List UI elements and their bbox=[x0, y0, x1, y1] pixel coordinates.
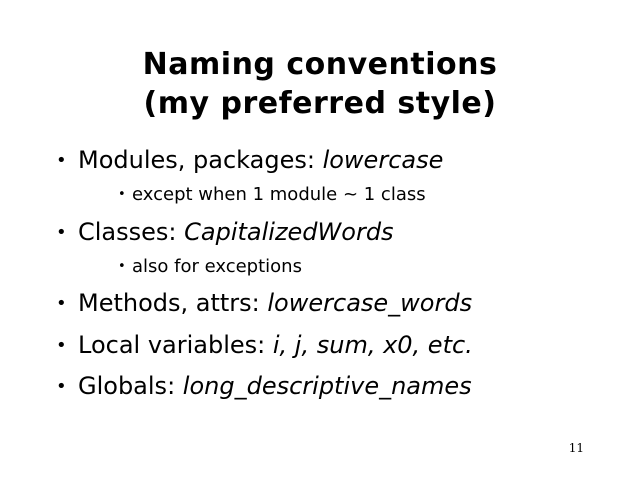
subbullet-exceptions: • also for exceptions bbox=[118, 256, 302, 278]
subbullet-module-class: • except when 1 module ~ 1 class bbox=[118, 184, 426, 206]
subbullet-dot: • bbox=[118, 259, 126, 274]
bullet-dot: • bbox=[56, 222, 67, 243]
bullet-value: lowercase bbox=[322, 146, 444, 174]
bullet-label: Methods, attrs: bbox=[78, 289, 268, 317]
subbullet-text: except when 1 module ~ 1 class bbox=[132, 184, 426, 205]
slide-title: Naming conventions (my preferred style) bbox=[0, 45, 640, 123]
bullet-dot: • bbox=[56, 335, 67, 356]
bullet-value: lowercase_words bbox=[267, 289, 473, 317]
bullet-local-variables: • Local variables: i, j, sum, x0, etc. bbox=[56, 330, 473, 361]
bullet-globals: • Globals: long_descriptive_names bbox=[56, 371, 472, 402]
bullet-dot: • bbox=[56, 150, 67, 171]
bullet-dot: • bbox=[56, 376, 67, 397]
slide: Naming conventions (my preferred style) … bbox=[0, 0, 640, 480]
bullet-classes: • Classes: CapitalizedWords bbox=[56, 217, 394, 248]
bullet-methods: • Methods, attrs: lowercase_words bbox=[56, 288, 472, 319]
title-line-1: Naming conventions bbox=[142, 47, 498, 82]
bullet-label: Classes: bbox=[78, 218, 185, 246]
bullet-value: long_descriptive_names bbox=[182, 372, 472, 400]
bullet-dot: • bbox=[56, 293, 67, 314]
subbullet-text: also for exceptions bbox=[132, 256, 302, 277]
bullet-label: Globals: bbox=[78, 372, 183, 400]
bullet-label: Local variables: bbox=[78, 331, 273, 359]
bullet-value: i, j, sum, x0, etc. bbox=[272, 331, 473, 359]
page-number: 11 bbox=[568, 441, 584, 455]
bullet-label: Modules, packages: bbox=[78, 146, 323, 174]
bullet-value: CapitalizedWords bbox=[184, 218, 394, 246]
subbullet-dot: • bbox=[118, 187, 126, 202]
bullet-modules: • Modules, packages: lowercase bbox=[56, 145, 443, 176]
title-line-2: (my preferred style) bbox=[143, 86, 497, 121]
